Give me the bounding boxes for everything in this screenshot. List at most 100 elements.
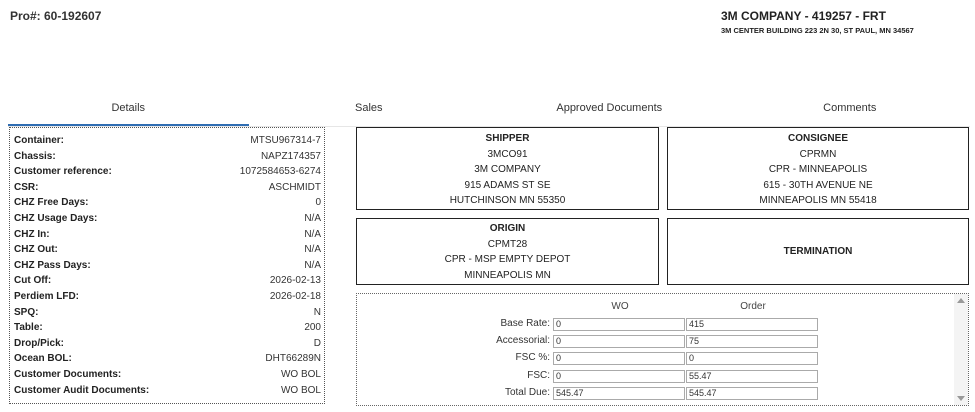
tab-sales[interactable]: Sales: [249, 99, 490, 126]
detail-label: CHZ Pass Days:: [14, 259, 91, 271]
order-column-header: Order: [740, 301, 766, 312]
shipper-box: SHIPPER 3MCO91 3M COMPANY 915 ADAMS ST S…: [356, 127, 659, 210]
detail-row-csr: CSR: ASCHMIDT: [14, 180, 321, 196]
fsc-label: FSC:: [527, 370, 550, 381]
detail-row-ocean-bol: Ocean BOL: DHT66289N: [14, 351, 321, 367]
wo-total-due-field[interactable]: 545.47: [553, 387, 685, 400]
order-total-due-field[interactable]: 545.47: [686, 387, 818, 400]
wo-column-header: WO: [611, 301, 629, 312]
detail-value: D: [313, 337, 321, 349]
detail-row-customer-audit-documents: Customer Audit Documents: WO BOL: [14, 383, 321, 399]
detail-value: N/A: [304, 228, 321, 240]
detail-row-customer-documents: Customer Documents: WO BOL: [14, 367, 321, 383]
shipper-title: SHIPPER: [485, 133, 530, 144]
financials-panel: WO Order Base Rate: 0 415 Accessorial: 0…: [356, 293, 969, 406]
base-rate-label: Base Rate:: [500, 318, 550, 329]
detail-row-chz-pass-days: CHZ Pass Days: N/A: [14, 258, 321, 274]
detail-row-chz-in: CHZ In: N/A: [14, 227, 321, 243]
consignee-title: CONSIGNEE: [787, 133, 848, 144]
origin-code: CPMT28: [487, 238, 528, 250]
detail-value: WO BOL: [280, 368, 321, 380]
detail-value: ASCHMIDT: [268, 181, 321, 193]
fsc-percent-label: FSC %:: [515, 352, 550, 363]
order-fsc-field[interactable]: 55.47: [686, 370, 818, 383]
termination-title: TERMINATION: [783, 245, 853, 257]
consignee-city: MINNEAPOLIS MN 55418: [759, 195, 877, 206]
scroll-down-arrow-icon[interactable]: [957, 396, 965, 401]
tab-comments[interactable]: Comments: [730, 99, 971, 126]
tab-approved-documents[interactable]: Approved Documents: [489, 99, 730, 126]
detail-value: N/A: [304, 244, 321, 256]
company-address: 3M CENTER BUILDING 223 2N 30, ST PAUL, M…: [721, 26, 914, 35]
shipper-city: HUTCHINSON MN 55350: [449, 195, 566, 206]
tab-bar: Details Sales Approved Documents Comment…: [8, 99, 970, 127]
detail-row-chz-out: CHZ Out: N/A: [14, 242, 321, 258]
origin-name: CPR - MSP EMPTY DEPOT: [444, 254, 571, 265]
detail-label: Customer Audit Documents:: [14, 384, 150, 396]
total-due-label: Total Due:: [504, 387, 550, 398]
detail-label: Drop/Pick:: [14, 337, 65, 349]
detail-row-customer-reference: Customer reference: 1072584653-6274: [14, 164, 321, 180]
detail-row-chz-free-days: CHZ Free Days: 0: [14, 195, 321, 211]
origin-title: ORIGIN: [489, 223, 526, 234]
origin-box: ORIGIN CPMT28 CPR - MSP EMPTY DEPOT MINN…: [356, 218, 659, 285]
detail-row-spq: SPQ: N: [14, 305, 321, 321]
detail-value: N/A: [304, 212, 321, 224]
detail-label: Table:: [14, 322, 43, 334]
detail-label: CHZ Usage Days:: [14, 212, 98, 224]
detail-row-chz-usage-days: CHZ Usage Days: N/A: [14, 211, 321, 227]
detail-value: DHT66289N: [265, 353, 321, 365]
consignee-code: CPRMN: [799, 148, 837, 160]
tab-details[interactable]: Details: [8, 99, 249, 126]
order-base-rate-field[interactable]: 415: [686, 318, 818, 331]
detail-label: CHZ Free Days:: [14, 197, 89, 209]
detail-label: CHZ In:: [14, 228, 50, 240]
detail-value: WO BOL: [280, 384, 321, 396]
detail-value: 1072584653-6274: [239, 166, 321, 178]
detail-label: Perdiem LFD:: [14, 290, 80, 302]
detail-value: 2026-02-18: [269, 290, 321, 302]
order-accessorial-field[interactable]: 75: [686, 335, 818, 348]
consignee-name: CPR - MINNEAPOLIS: [768, 164, 868, 175]
shipper-street: 915 ADAMS ST SE: [464, 179, 551, 191]
detail-value: N: [313, 306, 321, 318]
detail-label: CHZ Out:: [14, 244, 58, 256]
accessorial-label: Accessorial:: [496, 335, 550, 346]
consignee-box: CONSIGNEE CPRMN CPR - MINNEAPOLIS 615 - …: [667, 127, 969, 210]
wo-base-rate-field[interactable]: 0: [553, 318, 685, 331]
detail-label: Customer reference:: [14, 166, 112, 178]
origin-city: MINNEAPOLIS MN: [464, 269, 551, 281]
wo-fsc-field[interactable]: 0: [553, 370, 685, 383]
shipper-name: 3M COMPANY: [474, 164, 541, 175]
pro-number: Pro#: 60-192607: [10, 9, 102, 23]
order-fsc-percent-field[interactable]: 0: [686, 352, 818, 365]
wo-accessorial-field[interactable]: 0: [553, 335, 685, 348]
detail-value: 0: [315, 197, 321, 209]
detail-row-chassis: Chassis: NAPZ174357: [14, 149, 321, 165]
scroll-up-arrow-icon[interactable]: [957, 298, 965, 303]
detail-value: N/A: [304, 259, 321, 271]
detail-label: Cut Off:: [14, 275, 52, 287]
financials-scrollbar[interactable]: [954, 294, 968, 405]
detail-label: Container:: [14, 135, 64, 146]
customer-header: 3M COMPANY - 419257 - FRT 3M CENTER BUIL…: [721, 9, 953, 35]
details-panel: Container: MTSU967314-7 Chassis: NAPZ17435…: [9, 127, 325, 404]
detail-label: Ocean BOL:: [14, 353, 72, 365]
detail-row-cut-off: Cut Off: 2026-02-13: [14, 273, 321, 289]
detail-row-drop-pick: Drop/Pick: D: [14, 336, 321, 352]
detail-label: SPQ:: [14, 306, 39, 318]
termination-box: TERMINATION: [667, 218, 969, 285]
detail-value: MTSU967314-7: [250, 135, 321, 146]
detail-row-table: Table: 200: [14, 320, 321, 336]
detail-value: NAPZ174357: [260, 150, 321, 162]
consignee-street: 615 - 30TH AVENUE NE: [763, 179, 873, 191]
company-name: 3M COMPANY - 419257 - FRT: [721, 9, 886, 23]
wo-fsc-percent-field[interactable]: 0: [553, 352, 685, 365]
detail-row-perdiem-lfd: Perdiem LFD: 2026-02-18: [14, 289, 321, 305]
detail-label: CSR:: [14, 181, 39, 193]
detail-row-container: Container: MTSU967314-7: [14, 133, 321, 149]
detail-value: 2026-02-13: [269, 275, 321, 287]
detail-value: 200: [304, 322, 321, 334]
shipper-code: 3MCO91: [487, 148, 528, 160]
detail-label: Customer Documents:: [14, 368, 122, 380]
